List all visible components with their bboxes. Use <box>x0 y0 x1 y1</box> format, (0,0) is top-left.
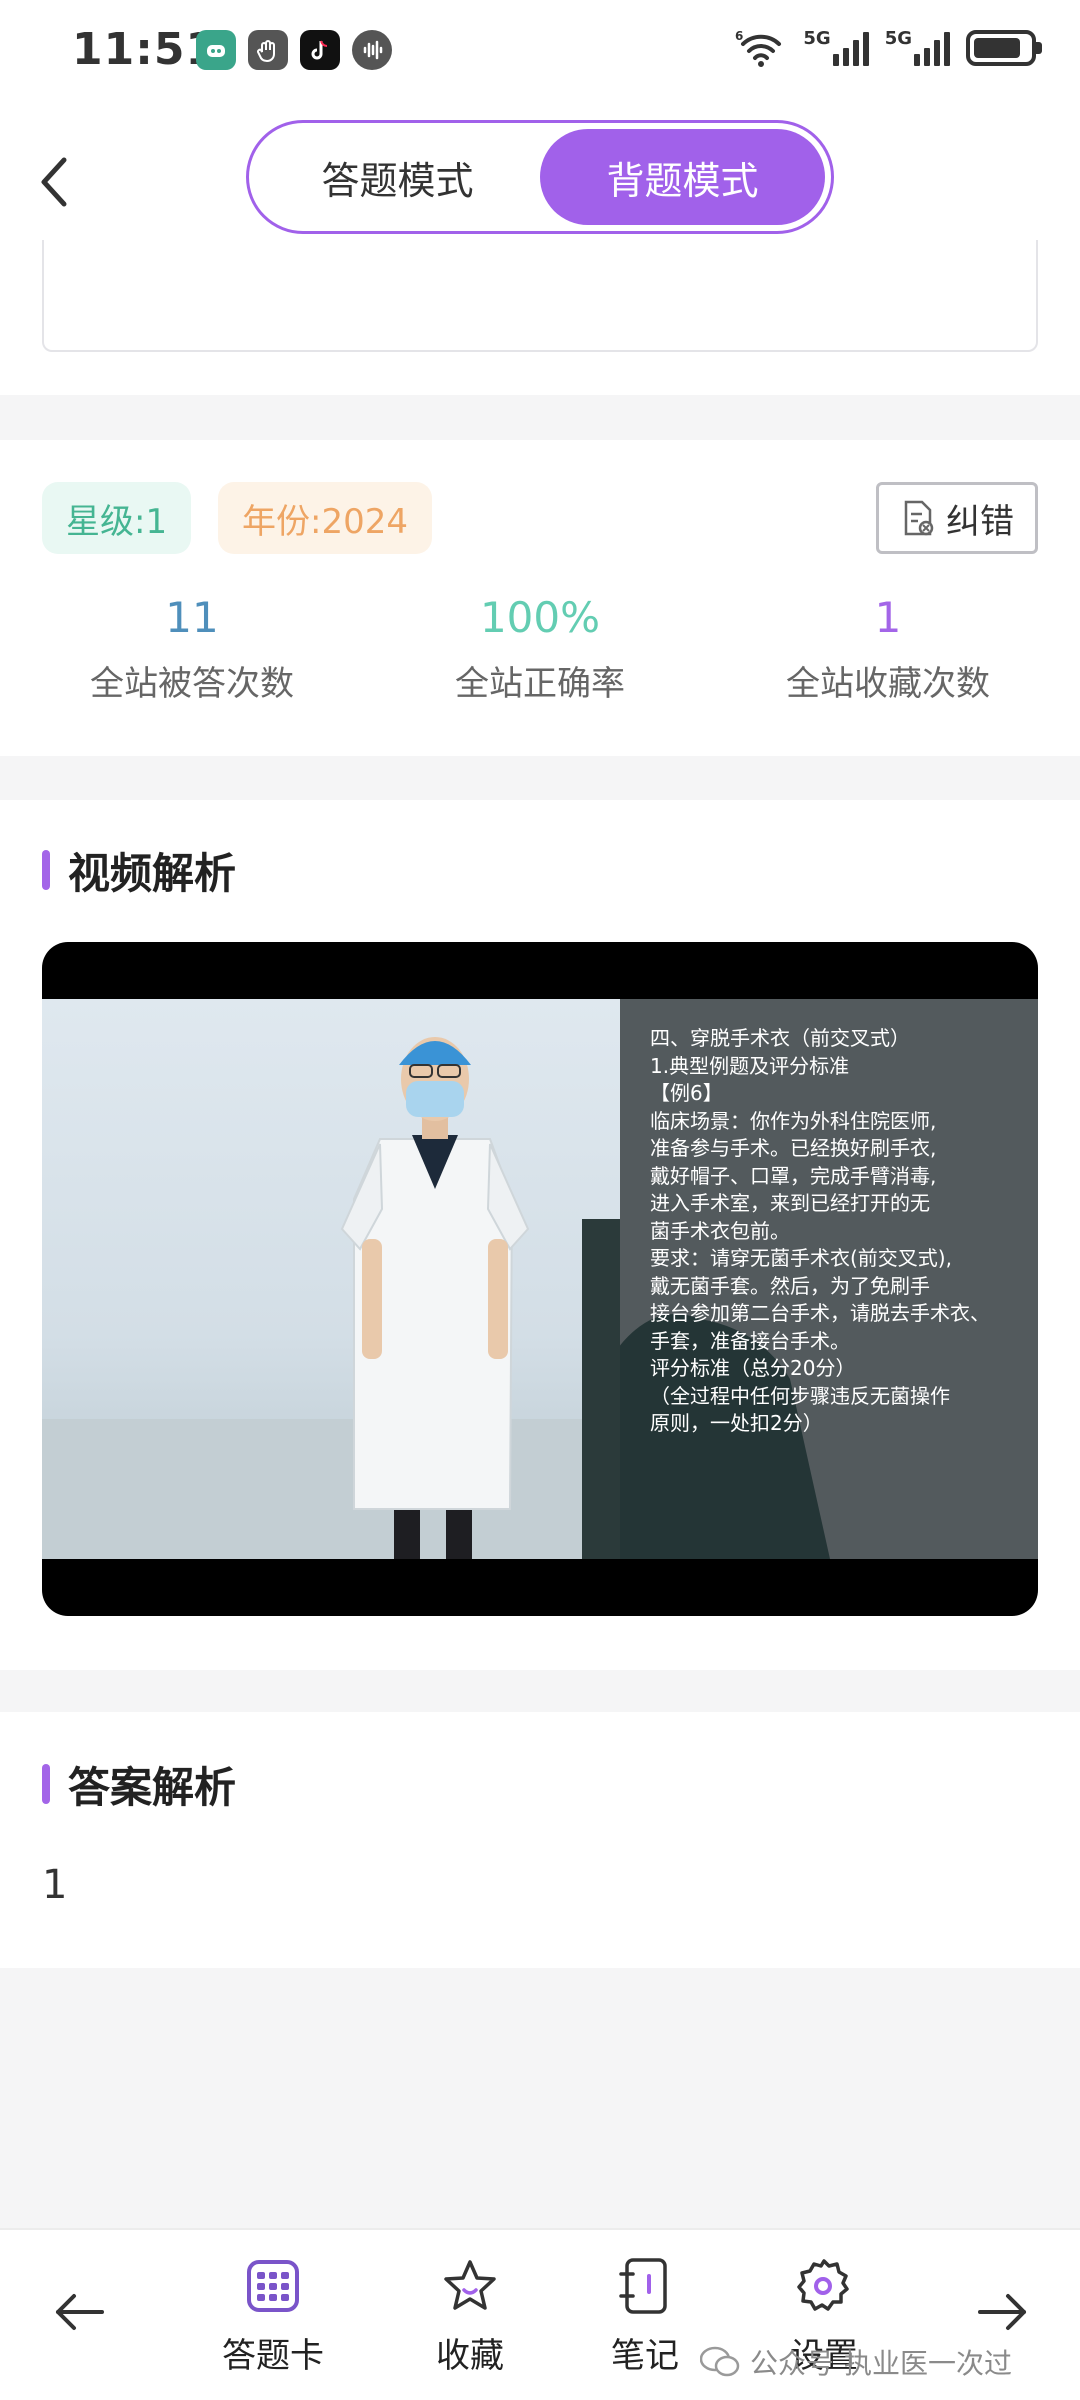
stat-accuracy-value: 100% <box>479 593 601 642</box>
report-icon <box>904 500 934 536</box>
wifi-icon: 6 <box>735 29 782 67</box>
report-error-button[interactable]: 纠错 <box>876 482 1038 554</box>
stat-answered: 11 全站被答次数 <box>42 590 342 705</box>
nav-notes[interactable]: 笔记 <box>575 2256 715 2377</box>
watermark-name: 执业医一次过 <box>844 2347 1013 2380</box>
stat-favorites: 1 全站收藏次数 <box>738 590 1038 705</box>
stat-favorites-value: 1 <box>874 593 902 642</box>
question-text-box <box>42 240 1038 352</box>
report-error-label: 纠错 <box>946 501 1014 542</box>
stat-favorites-label: 全站收藏次数 <box>786 664 990 704</box>
nav-favorite[interactable]: 收藏 <box>400 2256 540 2377</box>
nav-notes-label: 笔记 <box>611 2336 679 2376</box>
grid-card-icon <box>247 2260 299 2312</box>
gear-icon <box>797 2259 849 2311</box>
section-title-answer: 答案解析 <box>42 1754 236 1814</box>
app-icon-green <box>196 30 236 70</box>
question-card <box>0 240 1080 395</box>
mode-toggle: 答题模式 背题模式 <box>246 120 834 234</box>
status-bar: 11:51 6 5G 5G <box>0 0 1080 100</box>
notebook-icon <box>619 2258 667 2314</box>
stat-accuracy: 100% 全站正确率 <box>390 590 690 705</box>
video-player[interactable]: 四、穿脱手术衣（前交叉式） 1.典型例题及评分标准 【例6】 临床场景：你作为外… <box>42 942 1038 1616</box>
arrow-right-icon[interactable] <box>972 2282 1032 2342</box>
signal-icon: 5G <box>803 28 869 66</box>
stat-answered-value: 11 <box>165 593 219 642</box>
svg-text:6: 6 <box>735 29 743 43</box>
answer-text: 1 <box>42 1862 68 1908</box>
stats-card: 星级:1 年份:2024 纠错 11 全站被答次数 100% 全站正确率 1 全… <box>0 440 1080 756</box>
star-icon <box>444 2260 496 2310</box>
doctor-figure <box>42 1037 620 1559</box>
nav-favorite-label: 收藏 <box>436 2336 504 2376</box>
section-title-video: 视频解析 <box>42 840 236 900</box>
header: 答题模式 背题模式 <box>0 100 1080 240</box>
video-scene <box>42 999 620 1559</box>
video-frame: 四、穿脱手术衣（前交叉式） 1.典型例题及评分标准 【例6】 临床场景：你作为外… <box>42 999 1038 1559</box>
tab-recite-mode[interactable]: 背题模式 <box>540 129 825 225</box>
section-title-video-text: 视频解析 <box>68 848 237 898</box>
battery-icon <box>966 30 1042 66</box>
stat-answered-label: 全站被答次数 <box>90 664 294 704</box>
stat-accuracy-label: 全站正确率 <box>455 664 625 704</box>
watermark: 公众号 执业医一次过 <box>700 2342 1012 2382</box>
arrow-left-icon[interactable] <box>50 2282 110 2342</box>
network-label-2: 5G <box>884 28 912 49</box>
answer-analysis-section: 答案解析 1 <box>0 1712 1080 1968</box>
tab-answer-mode[interactable]: 答题模式 <box>255 129 540 225</box>
section-accent-bar <box>42 850 50 890</box>
watermark-prefix: 公众号 <box>750 2347 835 2380</box>
year-tag: 年份:2024 <box>218 482 432 554</box>
network-label: 5G <box>803 28 831 49</box>
star-level-tag: 星级:1 <box>42 482 192 554</box>
hand-icon <box>248 30 288 70</box>
wechat-icon <box>700 2346 740 2377</box>
section-title-answer-text: 答案解析 <box>68 1762 237 1812</box>
slide-text: 四、穿脱手术衣（前交叉式） 1.典型例题及评分标准 【例6】 临床场景：你作为外… <box>650 1026 990 1435</box>
section-accent-bar <box>42 1764 50 1804</box>
soundwave-icon <box>352 30 392 70</box>
signal-icon-2: 5G <box>885 30 950 66</box>
chevron-left-icon[interactable] <box>34 152 74 212</box>
nav-answer-card[interactable]: 答题卡 <box>203 2256 343 2377</box>
nav-answer-card-label: 答题卡 <box>222 2336 324 2376</box>
video-analysis-section: 视频解析 四、穿脱手术衣（前交叉式） 1.典型例题及评分标准 【例6】 临床场景… <box>0 800 1080 1670</box>
tiktok-icon <box>300 30 340 70</box>
